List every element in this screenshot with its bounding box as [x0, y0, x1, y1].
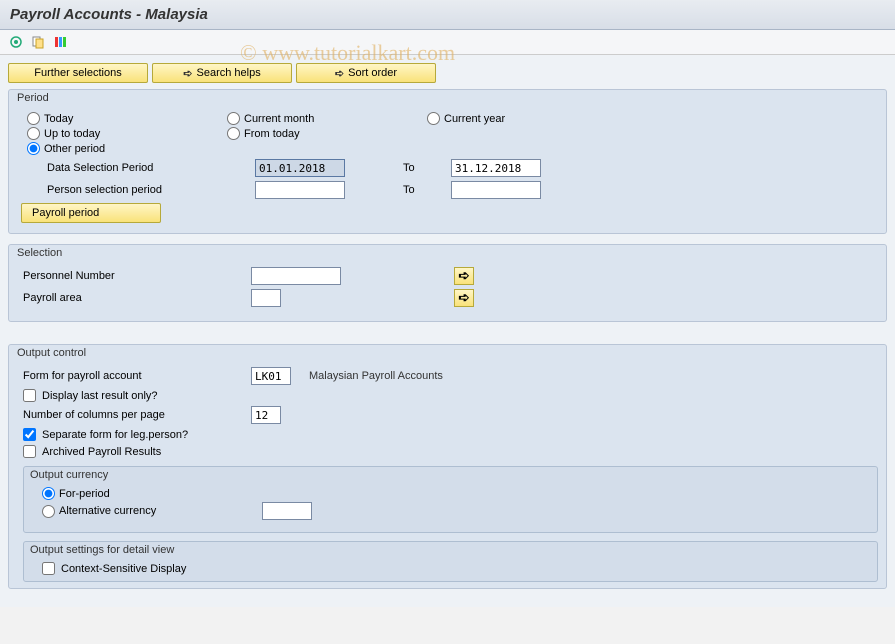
output-control-group: Output control Form for payroll account …: [8, 344, 887, 589]
radio-today-input[interactable]: [27, 112, 40, 125]
radio-up-to-today[interactable]: Up to today: [27, 127, 167, 140]
radio-from-today[interactable]: From today: [227, 127, 367, 140]
search-helps-label: Search helps: [197, 67, 261, 79]
arrow-right-icon: ➪: [183, 67, 192, 80]
page-title: Payroll Accounts - Malaysia: [0, 0, 895, 30]
search-helps-button[interactable]: ➪ Search helps: [152, 63, 292, 83]
payroll-area-input[interactable]: [251, 289, 281, 307]
payroll-area-multi-button[interactable]: ➪: [454, 289, 474, 307]
display-last-result-label: Display last result only?: [42, 390, 158, 402]
to-label-2: To: [403, 184, 443, 196]
radio-from-today-input[interactable]: [227, 127, 240, 140]
num-columns-label: Number of columns per page: [23, 409, 243, 421]
sort-order-label: Sort order: [348, 67, 397, 79]
separate-form-checkbox[interactable]: [23, 428, 36, 441]
alternative-currency-input[interactable]: [262, 502, 312, 520]
radio-from-today-label: From today: [244, 128, 300, 140]
person-selection-to-input[interactable]: [451, 181, 541, 199]
variant-icon[interactable]: [30, 34, 46, 50]
arrow-right-icon: ➪: [458, 268, 469, 284]
radio-alternative-currency[interactable]: Alternative currency: [42, 505, 232, 518]
radio-other-period-label: Other period: [44, 143, 105, 155]
output-detail-view-group: Output settings for detail view Context-…: [23, 541, 878, 582]
radio-other-period-input[interactable]: [27, 142, 40, 155]
radio-for-period[interactable]: For-period: [42, 487, 182, 500]
output-currency-group: Output currency For-period Alternative c…: [23, 466, 878, 533]
output-currency-title: Output currency: [30, 469, 869, 481]
personnel-number-input[interactable]: [251, 267, 341, 285]
app-toolbar: [0, 30, 895, 55]
stripes-icon[interactable]: [52, 34, 68, 50]
form-for-payroll-desc: Malaysian Payroll Accounts: [309, 370, 443, 382]
context-sensitive-checkbox[interactable]: [42, 562, 55, 575]
selection-buttons: Further selections ➪ Search helps ➪ Sort…: [8, 63, 887, 83]
radio-up-to-today-input[interactable]: [27, 127, 40, 140]
radio-other-period[interactable]: Other period: [27, 142, 167, 155]
radio-current-year-input[interactable]: [427, 112, 440, 125]
radio-current-month-input[interactable]: [227, 112, 240, 125]
form-for-payroll-label: Form for payroll account: [23, 370, 243, 382]
radio-current-year[interactable]: Current year: [427, 112, 567, 125]
data-selection-label: Data Selection Period: [47, 162, 247, 174]
sort-order-button[interactable]: ➪ Sort order: [296, 63, 436, 83]
radio-for-period-label: For-period: [59, 488, 110, 500]
radio-alternative-currency-input[interactable]: [42, 505, 55, 518]
num-columns-input[interactable]: [251, 406, 281, 424]
selection-group-title: Selection: [13, 245, 878, 261]
personnel-number-label: Personnel Number: [23, 270, 243, 282]
to-label-1: To: [403, 162, 443, 174]
arrow-right-icon: ➪: [458, 290, 469, 306]
further-selections-button[interactable]: Further selections: [8, 63, 148, 83]
radio-alternative-currency-label: Alternative currency: [59, 505, 156, 517]
output-control-title: Output control: [13, 345, 878, 361]
radio-today-label: Today: [44, 113, 73, 125]
data-selection-from-input[interactable]: [255, 159, 345, 177]
radio-for-period-input[interactable]: [42, 487, 55, 500]
period-group: Period Today Current month Current year …: [8, 89, 887, 234]
display-last-result-checkbox[interactable]: [23, 389, 36, 402]
data-selection-to-input[interactable]: [451, 159, 541, 177]
radio-current-month[interactable]: Current month: [227, 112, 367, 125]
arrow-right-icon: ➪: [335, 67, 344, 80]
radio-current-month-label: Current month: [244, 113, 314, 125]
radio-today[interactable]: Today: [27, 112, 167, 125]
period-group-title: Period: [13, 90, 878, 106]
archived-results-checkbox[interactable]: [23, 445, 36, 458]
archived-results-label: Archived Payroll Results: [42, 446, 161, 458]
content-area: Further selections ➪ Search helps ➪ Sort…: [0, 55, 895, 607]
context-sensitive-label: Context-Sensitive Display: [61, 563, 186, 575]
separate-form-label: Separate form for leg.person?: [42, 429, 188, 441]
person-selection-label: Person selection period: [47, 184, 247, 196]
execute-icon[interactable]: [8, 34, 24, 50]
personnel-number-multi-button[interactable]: ➪: [454, 267, 474, 285]
person-selection-from-input[interactable]: [255, 181, 345, 199]
payroll-area-label: Payroll area: [23, 292, 243, 304]
selection-group: Selection Personnel Number ➪ Payroll are…: [8, 244, 887, 322]
output-detail-view-title: Output settings for detail view: [30, 544, 869, 556]
payroll-period-button[interactable]: Payroll period: [21, 203, 161, 223]
form-for-payroll-input[interactable]: [251, 367, 291, 385]
radio-up-to-today-label: Up to today: [44, 128, 100, 140]
radio-current-year-label: Current year: [444, 113, 505, 125]
